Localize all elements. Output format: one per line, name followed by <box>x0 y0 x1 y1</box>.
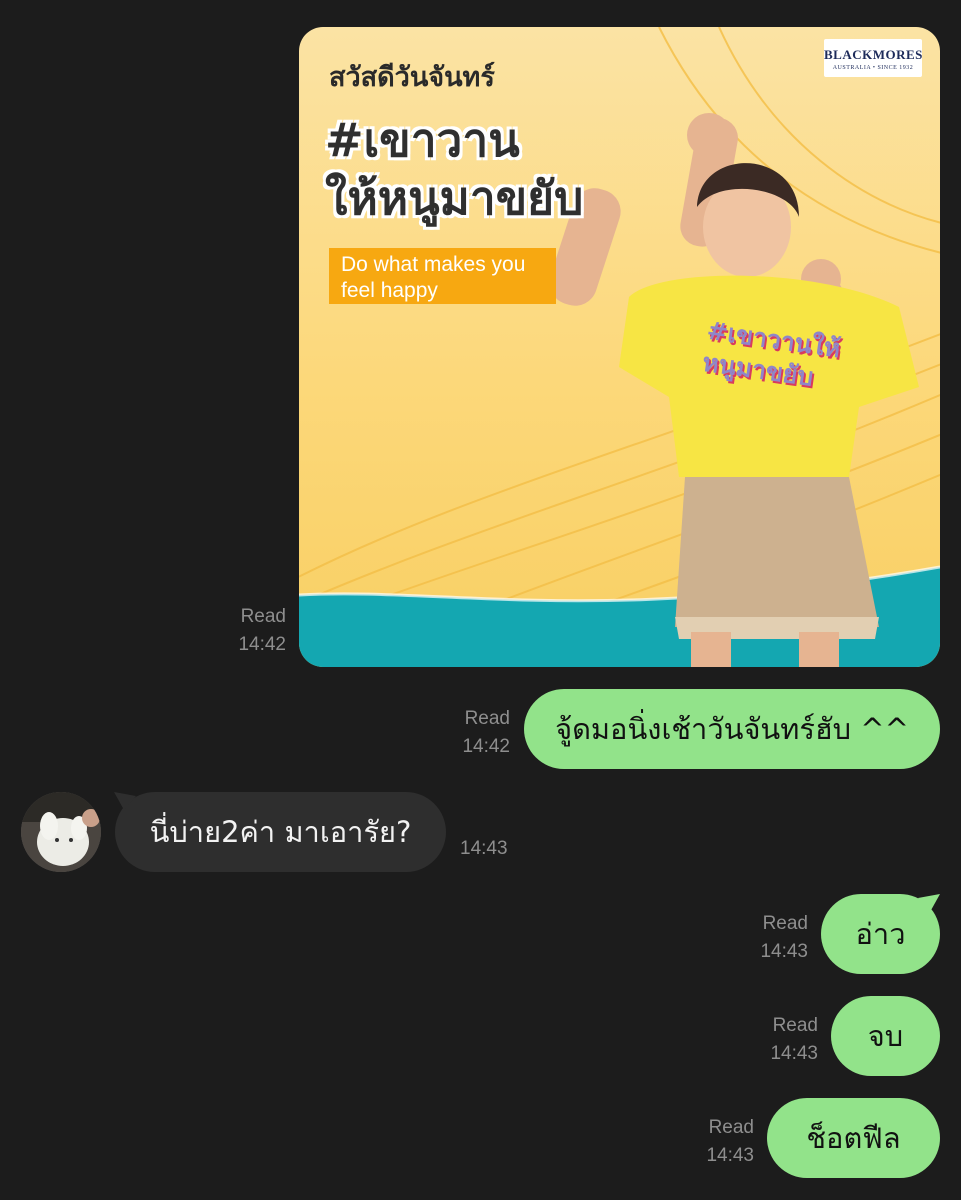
message-meta: Read 14:42 <box>222 603 286 659</box>
message-text: นี่บ่าย2ค่า มาเอารัย? <box>149 815 412 849</box>
poster-tagline-line: Do what makes you <box>341 253 526 276</box>
message-meta: Read 14:43 <box>688 1114 754 1170</box>
message-meta: Read 14:43 <box>752 1012 818 1068</box>
message-time: 14:42 <box>238 634 286 655</box>
poster-title: #เขาวาน ให้หนูมาขยับ <box>325 111 583 227</box>
read-receipt: Read <box>240 606 286 627</box>
brand-sub: AUSTRALIA • SINCE 1932 <box>832 65 914 71</box>
message-time: 14:42 <box>462 736 510 757</box>
read-receipt: Read <box>464 708 510 729</box>
message-text: อ่าว <box>855 917 906 951</box>
brand-logo: BLACKMORES AUSTRALIA • SINCE 1932 <box>824 39 922 77</box>
outgoing-message-bubble[interactable]: ช็อตฟีล <box>767 1098 940 1178</box>
message-time: 14:43 <box>460 838 508 859</box>
brand-name: BLACKMORES <box>824 47 923 62</box>
read-receipt: Read <box>762 913 808 934</box>
poster-tagline: Do what makes you feel happy <box>329 248 556 304</box>
outgoing-message-bubble[interactable]: จบ <box>831 996 940 1076</box>
message-text: ช็อตฟีล <box>806 1121 901 1155</box>
incoming-message-bubble[interactable]: นี่บ่าย2ค่า มาเอารัย? <box>115 792 446 872</box>
poster-title-line: #เขาวาน <box>325 113 520 167</box>
chat-screen: Read 14:42 สวัสดีวันจันทร์ #เขาวาน ให้หน… <box>0 0 961 1200</box>
message-time: 14:43 <box>760 941 808 962</box>
avatar-image <box>21 792 101 872</box>
poster-tagline-line: feel happy <box>341 279 438 302</box>
message-text: จู้ดมอนิ่งเช้าวันจันทร์ฮับ ^^ <box>555 712 909 746</box>
message-time: 14:43 <box>706 1145 754 1166</box>
contact-avatar[interactable] <box>21 792 101 872</box>
outgoing-bubble-tail <box>918 894 940 912</box>
read-receipt: Read <box>772 1015 818 1036</box>
image-message[interactable]: สวัสดีวันจันทร์ #เขาวาน ให้หนูมาขยับ Do … <box>299 27 940 667</box>
message-meta: Read 14:42 <box>446 705 510 761</box>
message-meta: Read 14:43 <box>742 910 808 966</box>
message-meta: 14:43 <box>460 835 530 863</box>
message-text: จบ <box>867 1019 904 1053</box>
poster-title-line: ให้หนูมาขยับ <box>325 171 584 225</box>
poster-greeting: สวัสดีวันจันทร์ <box>329 62 495 93</box>
read-receipt: Read <box>708 1117 754 1138</box>
outgoing-message-bubble[interactable]: จู้ดมอนิ่งเช้าวันจันทร์ฮับ ^^ <box>524 689 940 769</box>
message-time: 14:43 <box>770 1043 818 1064</box>
person-illustration <box>549 113 919 667</box>
incoming-bubble-tail <box>114 792 136 810</box>
